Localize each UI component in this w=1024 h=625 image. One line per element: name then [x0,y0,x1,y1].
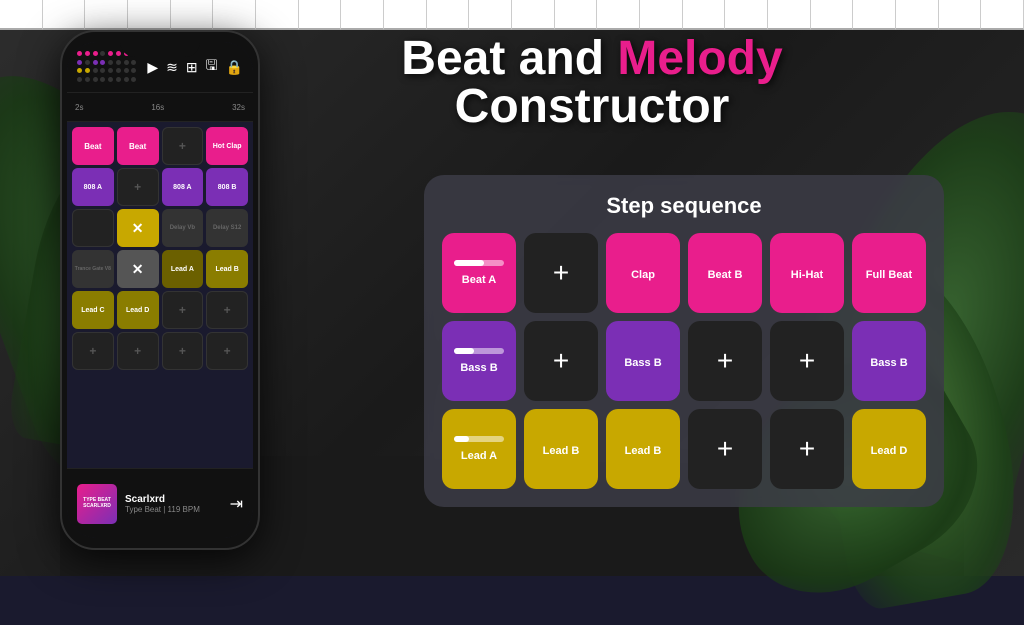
grid-icon[interactable]: ⊞ [186,59,198,76]
step-pad-full-beat[interactable]: Full Beat [852,233,926,313]
step-pad-hi-hat[interactable]: Hi-Hat [770,233,844,313]
save-icon[interactable]: 🖫 [206,55,218,79]
step-pad-lead-a[interactable]: Lead A [442,409,516,489]
phone-pad-add5[interactable]: + [72,332,114,370]
beat-a-slider[interactable] [454,260,504,266]
plus-icon-4: + [799,345,815,377]
step-sequence-panel: Step sequence Beat A + Clap Beat B Hi-Ha… [424,175,944,507]
time-marker-2: 16s [151,103,164,112]
time-marker-3: 32s [232,103,245,112]
track-name: Scarlxrd [125,494,222,505]
phone-screen: ▶ ≋ ⊞ 🖫 🔒 2s 16s 32s Beat Beat + Hot Cla… [67,42,253,538]
step-pad-beat-a[interactable]: Beat A [442,233,516,313]
lead-b-2-label: Lead B [625,445,662,457]
title-area: Beat and Melody Constructor [280,35,904,131]
lead-d-label: Lead D [871,445,908,457]
full-beat-label: Full Beat [866,269,912,281]
beat-b-label: Beat B [708,269,743,281]
step-pad-add5[interactable]: + [688,409,762,489]
hi-hat-label: Hi-Hat [791,269,823,281]
lead-a-slider[interactable] [454,436,504,442]
step-pad-add6[interactable]: + [770,409,844,489]
step-pad-lead-d[interactable]: Lead D [852,409,926,489]
track-sub: Type Beat | 119 BPM [125,505,222,514]
phone-pad-cross1[interactable]: ✕ [117,209,159,247]
title-text-beat-and: Beat and [401,32,617,85]
plus-icon-6: + [799,433,815,465]
title-line1: Beat and Melody [280,35,904,83]
bass-b-1-label: Bass B [460,362,497,374]
play-icon[interactable]: ▶ [147,59,158,76]
title-text-melody: Melody [617,32,782,85]
step-pad-add4[interactable]: + [770,321,844,401]
plus-icon-3: + [717,345,733,377]
phone-pad-808a1[interactable]: 808 A [72,168,114,206]
phone-pad-add4[interactable]: + [206,291,248,329]
lead-a-label: Lead A [461,450,497,462]
phone-pad-delayvb[interactable]: Delay Vb [162,209,204,247]
step-pad-bass-b-2[interactable]: Bass B [606,321,680,401]
bass-b-slider-fill [454,348,474,354]
phone-pad-add6[interactable]: + [117,332,159,370]
phone-pad-add3[interactable]: + [162,291,204,329]
time-marker-1: 2s [75,103,83,112]
step-pad-clap[interactable]: Clap [606,233,680,313]
beat-a-slider-fill [454,260,484,266]
lead-b-1-label: Lead B [543,445,580,457]
phone-pad-leadc[interactable]: Lead C [72,291,114,329]
phone-pad-delays12[interactable]: Delay S12 [206,209,248,247]
step-pad-add1[interactable]: + [524,233,598,313]
lock-icon[interactable]: 🔒 [226,59,243,76]
beat-a-label: Beat A [462,274,496,286]
bass-b-slider[interactable] [454,348,504,354]
step-pad-grid: Beat A + Clap Beat B Hi-Hat Full Beat Ba [442,233,926,489]
step-pad-lead-b-1[interactable]: Lead B [524,409,598,489]
step-sequence-title: Step sequence [442,193,926,219]
phone-pad-grid: Beat Beat + Hot Clap 808 A + 808 A 808 B… [67,122,253,375]
phone-pad-beat1[interactable]: Beat [72,127,114,165]
phone-pad-808a2[interactable]: 808 A [162,168,204,206]
step-pad-bass-b-1[interactable]: Bass B [442,321,516,401]
plus-icon-1: + [553,257,569,289]
phone-pad-add2[interactable]: + [117,168,159,206]
phone-pad-add7[interactable]: + [162,332,204,370]
phone-pad-add1[interactable]: + [162,127,204,165]
player-next-icon[interactable]: ⇥ [230,494,243,514]
plus-icon-5: + [717,433,733,465]
phone-pad-hotclap[interactable]: Hot Clap [206,127,248,165]
phone-device: ▶ ≋ ⊞ 🖫 🔒 2s 16s 32s Beat Beat + Hot Cla… [60,30,260,550]
album-art: TYPE BEATSCARLXRD [77,484,117,524]
plus-icon-2: + [553,345,569,377]
sequencer-display [77,51,137,83]
phone-pad-beat2[interactable]: Beat [117,127,159,165]
step-pad-lead-b-2[interactable]: Lead B [606,409,680,489]
phone-pad-trance[interactable]: Trance Gate V8 [72,250,114,288]
title-line2: Constructor [280,83,904,131]
clap-label: Clap [631,269,655,281]
bass-b-3-label: Bass B [870,357,907,369]
phone-pad-cross2[interactable]: ✕ [117,250,159,288]
phone-notch [120,32,200,57]
step-pad-beat-b[interactable]: Beat B [688,233,762,313]
phone-pad-add8[interactable]: + [206,332,248,370]
step-pad-add2[interactable]: + [524,321,598,401]
phone-pad-empty [72,209,114,247]
step-pad-bass-b-3[interactable]: Bass B [852,321,926,401]
track-info: Scarlxrd Type Beat | 119 BPM [125,494,222,514]
phone-toolbar-buttons: ▶ ≋ ⊞ 🖫 🔒 [147,55,243,79]
phone-pad-leadd[interactable]: Lead D [117,291,159,329]
phone-pad-leada[interactable]: Lead A [162,250,204,288]
phone-pad-leadb[interactable]: Lead B [206,250,248,288]
phone-player: TYPE BEATSCARLXRD Scarlxrd Type Beat | 1… [67,468,253,538]
phone-timing-bar: 2s 16s 32s [67,92,253,122]
lead-a-slider-fill [454,436,469,442]
piano-keys [0,0,1024,30]
step-pad-add3[interactable]: + [688,321,762,401]
waves-icon[interactable]: ≋ [166,59,178,76]
bass-b-2-label: Bass B [624,357,661,369]
phone-pad-808b[interactable]: 808 B [206,168,248,206]
